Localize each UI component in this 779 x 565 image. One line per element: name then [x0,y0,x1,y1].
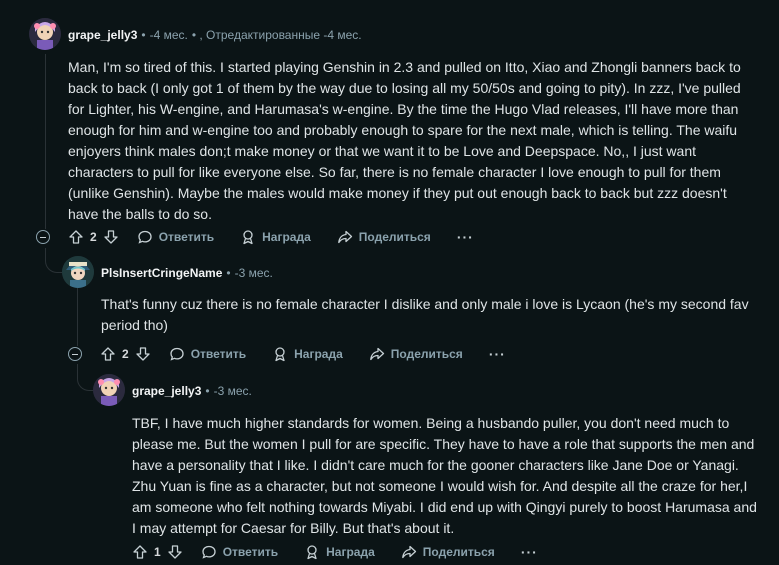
award-icon [275,347,285,362]
award-button[interactable]: Награда [272,346,343,362]
comment-actions: 2 Ответить Награда Поделиться ··· [36,225,474,249]
comment-actions: 2 Ответить Награда Поделиться ··· [68,342,506,366]
vote-count: 2 [90,230,97,244]
timestamp[interactable]: -3 мес. [235,266,273,280]
separator: • [205,384,210,398]
collapse-minus-icon[interactable] [36,230,50,244]
reply-label: Ответить [190,347,247,361]
comment-body: Man, I'm so tired of this. I started pla… [68,59,741,222]
reply-button[interactable]: Ответить [169,346,246,362]
award-button[interactable]: Награда [240,229,311,245]
comment-body: That's funny cuz there is no female char… [101,296,749,333]
reply-label: Ответить [222,545,279,559]
share-arrow-icon [401,545,416,559]
comment-meta: grape_jelly3 • -3 мес. [132,384,252,398]
collapse-minus-icon[interactable] [68,347,82,361]
vote-controls: 2 [68,229,119,245]
award-label: Награда [294,347,343,361]
speech-bubble-icon [170,347,184,361]
reply-button[interactable]: Ответить [201,544,278,560]
more-options-button[interactable]: ··· [489,346,506,362]
speech-bubble-icon [138,230,152,244]
arrow-down-icon[interactable] [167,544,183,560]
separator: • [226,266,231,280]
share-label: Поделиться [422,545,495,559]
author-name[interactable]: PlsInsertCringeName [101,266,222,280]
vote-count: 2 [122,347,129,361]
share-label: Поделиться [390,347,463,361]
comment-meta: grape_jelly3 • -4 мес. • , Отредактирова… [68,28,362,42]
arrow-up-icon[interactable] [100,346,116,362]
timestamp[interactable]: -4 мес. [150,28,188,42]
share-button[interactable]: Поделиться [369,346,463,362]
avatar[interactable] [29,18,61,50]
award-button[interactable]: Награда [304,544,375,560]
timestamp[interactable]: -3 мес. [214,384,252,398]
comment-actions: 1 Ответить Награда Поделиться ··· [132,540,538,564]
share-button[interactable]: Поделиться [337,229,431,245]
award-icon [307,545,317,560]
more-options-button[interactable]: ··· [521,544,538,560]
arrow-down-icon[interactable] [103,229,119,245]
speech-bubble-icon [202,545,216,559]
reply-label: Ответить [158,230,215,244]
comment-body: TBF, I have much higher standards for wo… [132,415,757,536]
share-arrow-icon [337,230,352,244]
arrow-up-icon[interactable] [132,544,148,560]
arrow-down-icon[interactable] [135,346,151,362]
vote-count: 1 [154,545,161,559]
avatar[interactable] [62,256,94,288]
award-label: Награда [262,230,311,244]
edited-label: • , Отредактированные -4 мес. [191,28,362,42]
avatar[interactable] [93,374,125,406]
more-options-button[interactable]: ··· [457,229,474,245]
share-arrow-icon [369,347,384,361]
separator: • [141,28,146,42]
award-label: Награда [326,545,375,559]
arrow-up-icon[interactable] [68,229,84,245]
author-name[interactable]: grape_jelly3 [132,384,201,398]
comment-meta: PlsInsertCringeName • -3 мес. [101,266,273,280]
share-label: Поделиться [358,230,431,244]
vote-controls: 1 [132,544,183,560]
author-name[interactable]: grape_jelly3 [68,28,137,42]
share-button[interactable]: Поделиться [401,544,495,560]
award-icon [243,230,253,245]
thread-line [45,54,46,229]
vote-controls: 2 [100,346,151,362]
reply-button[interactable]: Ответить [137,229,214,245]
thread-line [77,288,78,346]
